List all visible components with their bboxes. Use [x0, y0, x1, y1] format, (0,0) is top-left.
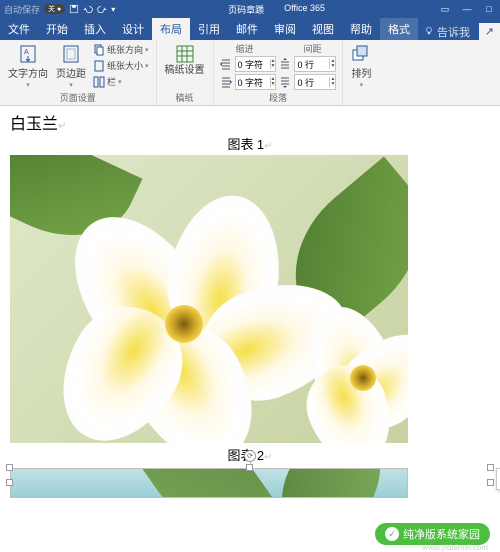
text-direction-icon: A: [18, 44, 38, 64]
tab-view[interactable]: 视图: [304, 18, 342, 40]
columns-icon: [93, 76, 105, 88]
tab-home[interactable]: 开始: [38, 18, 76, 40]
undo-icon[interactable]: [83, 4, 93, 14]
tab-review[interactable]: 审阅: [266, 18, 304, 40]
columns-button[interactable]: 栏▾: [92, 74, 150, 89]
space-after-icon: [279, 76, 291, 88]
resize-handle-nw[interactable]: [6, 464, 13, 471]
image-2[interactable]: [10, 468, 408, 498]
ribbon-options-icon[interactable]: ▭: [438, 4, 452, 15]
title-bar: 自动保存 关 ● ▾ 页码章踬 Office 365 ▭ — □: [0, 0, 500, 18]
chevron-down-icon: ▾: [26, 81, 30, 89]
group-label-gaozhi: 稿纸: [163, 91, 207, 105]
resize-handle-e[interactable]: [487, 479, 494, 486]
spacing-header: 间距: [304, 42, 322, 55]
document-title: 页码章踬: [228, 3, 264, 16]
chevron-down-icon: ▾: [69, 81, 73, 89]
indent-header: 缩进: [236, 42, 254, 55]
layout-options-button[interactable]: [496, 468, 500, 490]
margins-button[interactable]: 页边距 ▾: [54, 42, 88, 91]
tab-references[interactable]: 引用: [190, 18, 228, 40]
orientation-button[interactable]: 纸张方向▾: [92, 42, 150, 57]
minimize-icon[interactable]: —: [460, 4, 474, 15]
ribbon-tabs: 文件 开始 插入 设计 布局 引用 邮件 审阅 视图 帮助 格式 告诉我 ↗: [0, 18, 500, 40]
indent-right-spinner[interactable]: ▲▼: [235, 74, 277, 90]
tell-me-search[interactable]: 告诉我: [424, 24, 470, 40]
space-before-input[interactable]: [295, 59, 329, 69]
arrange-icon: [351, 44, 371, 64]
group-label-page-setup: 页面设置: [6, 91, 150, 105]
image-1[interactable]: [10, 155, 408, 443]
document-canvas[interactable]: 白玉兰↵ 图表 1↵ 图表 2↵ ⟳: [0, 106, 500, 551]
maximize-icon[interactable]: □: [482, 4, 496, 15]
resize-handle-w[interactable]: [6, 479, 13, 486]
tab-insert[interactable]: 插入: [76, 18, 114, 40]
resize-handle-n[interactable]: [246, 464, 253, 471]
share-button[interactable]: ↗: [479, 23, 500, 40]
chevron-down-icon: ▾: [360, 81, 364, 89]
suite-label: Office 365: [284, 3, 325, 16]
tab-mailings[interactable]: 邮件: [228, 18, 266, 40]
save-icon[interactable]: [69, 4, 79, 14]
indent-left-input[interactable]: [236, 59, 270, 69]
resize-handle-ne[interactable]: [487, 464, 494, 471]
image-2-selection[interactable]: ⟳: [10, 468, 490, 498]
margins-icon: [61, 44, 81, 64]
gaozhi-settings-button[interactable]: 稿纸设置: [163, 42, 207, 78]
lightbulb-icon: [424, 26, 434, 39]
indent-right-icon: [220, 76, 232, 88]
group-page-setup: A 文字方向 ▾ 页边距 ▾ 纸张方向▾ 纸张大小▾: [0, 40, 157, 105]
space-after-input[interactable]: [295, 77, 329, 87]
tab-design[interactable]: 设计: [114, 18, 152, 40]
space-before-icon: [279, 58, 291, 70]
rotate-icon: ⟳: [244, 450, 256, 462]
space-before-spinner[interactable]: ▲▼: [294, 56, 336, 72]
group-paragraph: 缩进 间距 ▲▼ ▲▼ ▲▼ ▲▼ 段落: [214, 40, 344, 105]
tab-layout[interactable]: 布局: [152, 18, 190, 40]
group-arrange: 排列 ▾: [343, 40, 379, 105]
ribbon: A 文字方向 ▾ 页边距 ▾ 纸张方向▾ 纸张大小▾: [0, 40, 500, 106]
indent-left-spinner[interactable]: ▲▼: [235, 56, 277, 72]
group-gaozhi: 稿纸设置 稿纸: [157, 40, 214, 105]
group-label-paragraph: 段落: [220, 91, 337, 105]
gaozhi-icon: [175, 44, 195, 64]
redo-icon[interactable]: [97, 4, 107, 14]
orientation-icon: [93, 44, 105, 56]
size-button[interactable]: 纸张大小▾: [92, 58, 150, 73]
share-icon: ↗: [485, 26, 494, 38]
tab-file[interactable]: 文件: [0, 18, 38, 40]
autosave-toggle[interactable]: 关 ●: [44, 4, 65, 14]
text-direction-button[interactable]: A 文字方向 ▾: [6, 42, 50, 91]
space-after-spinner[interactable]: ▲▼: [294, 74, 336, 90]
arrange-button[interactable]: 排列 ▾: [349, 42, 373, 91]
paragraph-mark-icon: ↵: [58, 121, 66, 132]
svg-text:A: A: [24, 49, 29, 56]
indent-right-input[interactable]: [236, 77, 270, 87]
tab-help[interactable]: 帮助: [342, 18, 380, 40]
heading-text[interactable]: 白玉兰↵: [10, 110, 490, 134]
caption-1[interactable]: 图表 1↵: [10, 134, 490, 153]
autosave-label: 自动保存: [4, 3, 40, 16]
indent-left-icon: [220, 58, 232, 70]
tab-format[interactable]: 格式: [380, 18, 418, 40]
page-size-icon: [93, 60, 105, 72]
